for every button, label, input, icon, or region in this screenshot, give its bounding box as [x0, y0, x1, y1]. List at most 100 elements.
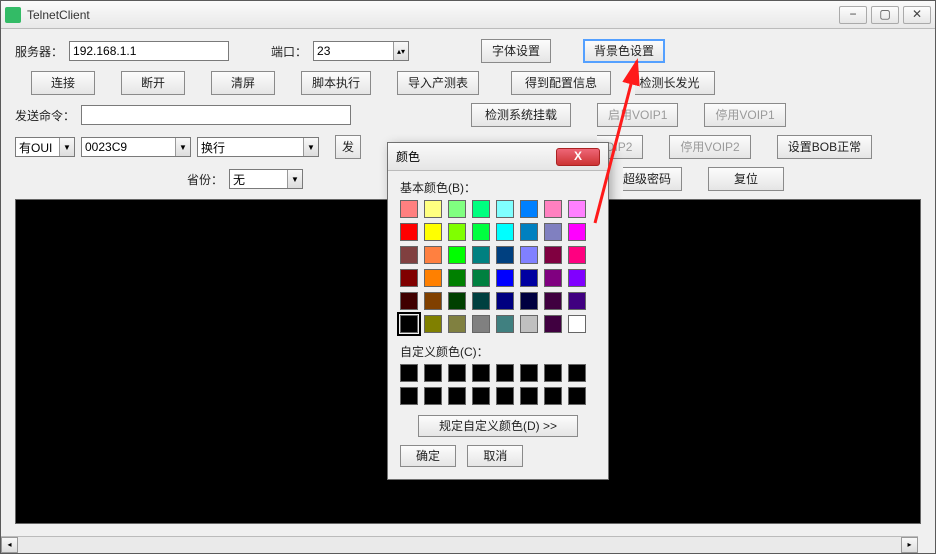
define-custom-colors-button[interactable]: 规定自定义颜色(D) >> — [418, 415, 578, 437]
color-swatch[interactable] — [448, 200, 466, 218]
script-exec-button[interactable]: 脚本执行 — [301, 71, 371, 95]
color-swatch[interactable] — [472, 223, 490, 241]
color-swatch[interactable] — [448, 246, 466, 264]
detect-long-light-button[interactable]: 检测长发光 — [635, 71, 715, 95]
color-swatch[interactable] — [400, 315, 418, 333]
color-swatch[interactable] — [568, 269, 586, 287]
color-swatch[interactable] — [496, 269, 514, 287]
scroll-left-button[interactable]: ◂ — [1, 537, 18, 553]
custom-color-swatch[interactable] — [568, 387, 586, 405]
chevron-down-icon[interactable]: ▼ — [287, 170, 302, 188]
super-password-button-partial[interactable]: 超级密码 — [623, 167, 682, 191]
disable-voip1-button[interactable]: 停用VOIP1 — [704, 103, 785, 127]
color-swatch[interactable] — [472, 292, 490, 310]
custom-color-swatch[interactable] — [472, 387, 490, 405]
color-swatch[interactable] — [448, 315, 466, 333]
color-swatch[interactable] — [544, 315, 562, 333]
custom-color-swatch[interactable] — [448, 364, 466, 382]
color-swatch[interactable] — [544, 200, 562, 218]
custom-color-swatch[interactable] — [520, 364, 538, 382]
color-swatch[interactable] — [568, 315, 586, 333]
custom-color-swatch[interactable] — [568, 364, 586, 382]
color-swatch[interactable] — [448, 223, 466, 241]
color-swatch[interactable] — [424, 269, 442, 287]
custom-color-swatch[interactable] — [424, 387, 442, 405]
color-swatch[interactable] — [544, 223, 562, 241]
custom-color-swatch[interactable] — [400, 387, 418, 405]
chevron-down-icon[interactable]: ▼ — [303, 138, 318, 156]
scroll-right-button[interactable]: ▸ — [901, 537, 918, 553]
close-button[interactable]: ✕ — [903, 6, 931, 24]
connect-button[interactable]: 连接 — [31, 71, 95, 95]
chevron-down-icon[interactable]: ▼ — [175, 138, 190, 156]
custom-color-swatch[interactable] — [424, 364, 442, 382]
color-swatch[interactable] — [520, 223, 538, 241]
detect-sys-mount-button[interactable]: 检测系统挂载 — [471, 103, 571, 127]
send-button-partial[interactable]: 发 — [335, 135, 361, 159]
color-swatch[interactable] — [472, 315, 490, 333]
chevron-down-icon[interactable]: ▼ — [59, 138, 74, 156]
get-config-button[interactable]: 得到配置信息 — [511, 71, 611, 95]
color-swatch[interactable] — [568, 200, 586, 218]
horizontal-scrollbar[interactable]: ◂ ▸ — [1, 536, 918, 553]
color-swatch[interactable] — [400, 246, 418, 264]
custom-color-swatch[interactable] — [520, 387, 538, 405]
custom-color-swatch[interactable] — [496, 364, 514, 382]
color-ok-button[interactable]: 确定 — [400, 445, 456, 467]
color-swatch[interactable] — [496, 246, 514, 264]
color-swatch[interactable] — [472, 246, 490, 264]
import-list-button[interactable]: 导入产测表 — [397, 71, 479, 95]
color-dialog-close-button[interactable]: X — [556, 148, 600, 166]
color-swatch[interactable] — [424, 315, 442, 333]
bgcolor-settings-button[interactable]: 背景色设置 — [583, 39, 665, 63]
color-swatch[interactable] — [544, 269, 562, 287]
color-swatch[interactable] — [496, 200, 514, 218]
custom-color-swatch[interactable] — [472, 364, 490, 382]
color-swatch[interactable] — [400, 292, 418, 310]
color-swatch[interactable] — [544, 292, 562, 310]
color-cancel-button[interactable]: 取消 — [467, 445, 523, 467]
custom-color-swatch[interactable] — [400, 364, 418, 382]
minimize-button[interactable]: − — [839, 6, 867, 24]
scroll-track[interactable] — [18, 537, 901, 553]
color-swatch[interactable] — [496, 315, 514, 333]
custom-color-swatch[interactable] — [544, 364, 562, 382]
maximize-button[interactable]: ▢ — [871, 6, 899, 24]
color-swatch[interactable] — [424, 292, 442, 310]
custom-color-swatch[interactable] — [496, 387, 514, 405]
color-swatch[interactable] — [568, 246, 586, 264]
disable-voip2-button[interactable]: 停用VOIP2 — [669, 135, 750, 159]
color-swatch[interactable] — [400, 200, 418, 218]
color-dialog-titlebar[interactable]: 颜色 X — [388, 143, 608, 171]
color-swatch[interactable] — [424, 246, 442, 264]
color-swatch[interactable] — [424, 223, 442, 241]
color-swatch[interactable] — [472, 200, 490, 218]
color-swatch[interactable] — [520, 200, 538, 218]
color-swatch[interactable] — [400, 269, 418, 287]
custom-color-swatch[interactable] — [544, 387, 562, 405]
color-swatch[interactable] — [472, 269, 490, 287]
color-swatch[interactable] — [544, 246, 562, 264]
color-swatch[interactable] — [448, 269, 466, 287]
color-swatch[interactable] — [568, 292, 586, 310]
font-settings-button[interactable]: 字体设置 — [481, 39, 551, 63]
color-swatch[interactable] — [400, 223, 418, 241]
reset-button[interactable]: 复位 — [708, 167, 784, 191]
set-bob-button[interactable]: 设置BOB正常 — [777, 135, 872, 159]
server-input[interactable] — [69, 41, 229, 61]
color-swatch[interactable] — [496, 223, 514, 241]
color-swatch[interactable] — [568, 223, 586, 241]
linebreak-select[interactable] — [197, 137, 319, 157]
send-cmd-input[interactable] — [81, 105, 351, 125]
color-swatch[interactable] — [448, 292, 466, 310]
clear-button[interactable]: 清屏 — [211, 71, 275, 95]
port-spinner[interactable]: ▴▾ — [393, 42, 408, 60]
color-swatch[interactable] — [520, 292, 538, 310]
color-swatch[interactable] — [520, 315, 538, 333]
disconnect-button[interactable]: 断开 — [121, 71, 185, 95]
color-swatch[interactable] — [520, 269, 538, 287]
custom-color-swatch[interactable] — [448, 387, 466, 405]
color-swatch[interactable] — [520, 246, 538, 264]
color-swatch[interactable] — [424, 200, 442, 218]
color-swatch[interactable] — [496, 292, 514, 310]
